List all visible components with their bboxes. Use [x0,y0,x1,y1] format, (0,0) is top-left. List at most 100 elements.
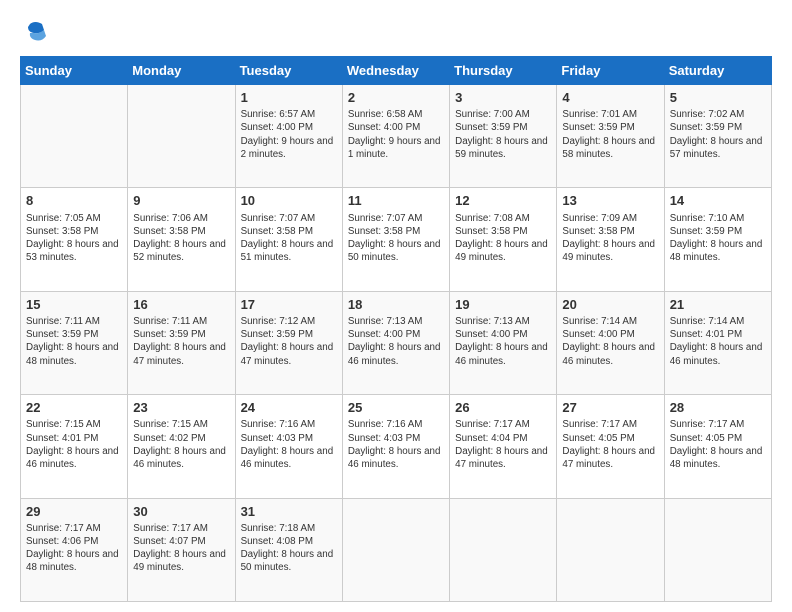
table-row: 4Sunrise: 7:01 AMSunset: 3:59 PMDaylight… [557,85,664,188]
weekday-sunday: Sunday [21,57,128,85]
day-info: Sunrise: 6:58 AMSunset: 4:00 PMDaylight:… [348,108,444,161]
table-row: 17Sunrise: 7:12 AMSunset: 3:59 PMDayligh… [235,291,342,394]
table-row: 16Sunrise: 7:11 AMSunset: 3:59 PMDayligh… [128,291,235,394]
day-number: 14 [670,192,766,210]
table-row: 5Sunrise: 7:02 AMSunset: 3:59 PMDaylight… [664,85,771,188]
day-info: Sunrise: 7:11 AMSunset: 3:59 PMDaylight:… [26,315,122,368]
day-number: 17 [241,296,337,314]
weekday-wednesday: Wednesday [342,57,449,85]
day-number: 2 [348,89,444,107]
day-info: Sunrise: 7:15 AMSunset: 4:01 PMDaylight:… [26,418,122,471]
day-info: Sunrise: 7:18 AMSunset: 4:08 PMDaylight:… [241,522,337,575]
table-row: 3Sunrise: 7:00 AMSunset: 3:59 PMDaylight… [450,85,557,188]
logo [20,16,54,46]
table-row: 19Sunrise: 7:13 AMSunset: 4:00 PMDayligh… [450,291,557,394]
day-info: Sunrise: 7:07 AMSunset: 3:58 PMDaylight:… [348,212,444,265]
day-info: Sunrise: 7:17 AMSunset: 4:05 PMDaylight:… [562,418,658,471]
table-row: 28Sunrise: 7:17 AMSunset: 4:05 PMDayligh… [664,395,771,498]
day-number: 23 [133,399,229,417]
table-row [128,85,235,188]
table-row: 15Sunrise: 7:11 AMSunset: 3:59 PMDayligh… [21,291,128,394]
table-row: 31Sunrise: 7:18 AMSunset: 4:08 PMDayligh… [235,498,342,601]
day-info: Sunrise: 7:09 AMSunset: 3:58 PMDaylight:… [562,212,658,265]
day-number: 31 [241,503,337,521]
day-number: 25 [348,399,444,417]
day-info: Sunrise: 7:10 AMSunset: 3:59 PMDaylight:… [670,212,766,265]
day-number: 18 [348,296,444,314]
day-number: 13 [562,192,658,210]
table-row [450,498,557,601]
day-number: 29 [26,503,122,521]
day-info: Sunrise: 7:17 AMSunset: 4:05 PMDaylight:… [670,418,766,471]
day-number: 22 [26,399,122,417]
table-row: 22Sunrise: 7:15 AMSunset: 4:01 PMDayligh… [21,395,128,498]
logo-icon [20,16,50,46]
table-row: 20Sunrise: 7:14 AMSunset: 4:00 PMDayligh… [557,291,664,394]
day-number: 19 [455,296,551,314]
weekday-monday: Monday [128,57,235,85]
day-number: 10 [241,192,337,210]
day-number: 20 [562,296,658,314]
day-info: Sunrise: 7:14 AMSunset: 4:00 PMDaylight:… [562,315,658,368]
day-info: Sunrise: 7:05 AMSunset: 3:58 PMDaylight:… [26,212,122,265]
table-row: 10 Sunrise: 7:07 AMSunset: 3:58 PMDayligh… [235,188,342,291]
weekday-saturday: Saturday [664,57,771,85]
day-number: 27 [562,399,658,417]
day-info: Sunrise: 7:12 AMSunset: 3:59 PMDaylight:… [241,315,337,368]
day-info: Sunrise: 6:57 AMSunset: 4:00 PMDaylight:… [241,108,337,161]
day-number: 28 [670,399,766,417]
table-row: 13 Sunrise: 7:09 AMSunset: 3:58 PMDayligh… [557,188,664,291]
day-info: Sunrise: 7:17 AMSunset: 4:04 PMDaylight:… [455,418,551,471]
day-info: Sunrise: 7:14 AMSunset: 4:01 PMDaylight:… [670,315,766,368]
table-row: 11 Sunrise: 7:07 AMSunset: 3:58 PMDayligh… [342,188,449,291]
day-number: 26 [455,399,551,417]
table-row: 18Sunrise: 7:13 AMSunset: 4:00 PMDayligh… [342,291,449,394]
table-row: 12 Sunrise: 7:08 AMSunset: 3:58 PMDayligh… [450,188,557,291]
day-number: 5 [670,89,766,107]
day-number: 11 [348,192,444,210]
week-row-3: 22Sunrise: 7:15 AMSunset: 4:01 PMDayligh… [21,395,772,498]
day-info: Sunrise: 7:11 AMSunset: 3:59 PMDaylight:… [133,315,229,368]
day-number: 1 [241,89,337,107]
week-row-2: 15Sunrise: 7:11 AMSunset: 3:59 PMDayligh… [21,291,772,394]
day-number: 24 [241,399,337,417]
weekday-tuesday: Tuesday [235,57,342,85]
day-info: Sunrise: 7:17 AMSunset: 4:06 PMDaylight:… [26,522,122,575]
table-row: 24Sunrise: 7:16 AMSunset: 4:03 PMDayligh… [235,395,342,498]
day-info: Sunrise: 7:13 AMSunset: 4:00 PMDaylight:… [348,315,444,368]
table-row: 23Sunrise: 7:15 AMSunset: 4:02 PMDayligh… [128,395,235,498]
table-row: 14 Sunrise: 7:10 AMSunset: 3:59 PMDayligh… [664,188,771,291]
table-row: 27Sunrise: 7:17 AMSunset: 4:05 PMDayligh… [557,395,664,498]
table-row: 9Sunrise: 7:06 AMSunset: 3:58 PMDaylight… [128,188,235,291]
day-info: Sunrise: 7:00 AMSunset: 3:59 PMDaylight:… [455,108,551,161]
table-row [557,498,664,601]
day-info: Sunrise: 7:07 AMSunset: 3:58 PMDaylight:… [241,212,337,265]
day-number: 4 [562,89,658,107]
weekday-thursday: Thursday [450,57,557,85]
header [20,16,772,46]
table-row [664,498,771,601]
day-number: 9 [133,192,229,210]
day-number: 3 [455,89,551,107]
week-row-4: 29Sunrise: 7:17 AMSunset: 4:06 PMDayligh… [21,498,772,601]
day-info: Sunrise: 7:17 AMSunset: 4:07 PMDaylight:… [133,522,229,575]
week-row-0: 1Sunrise: 6:57 AMSunset: 4:00 PMDaylight… [21,85,772,188]
day-number: 16 [133,296,229,314]
day-info: Sunrise: 7:13 AMSunset: 4:00 PMDaylight:… [455,315,551,368]
table-row: 29Sunrise: 7:17 AMSunset: 4:06 PMDayligh… [21,498,128,601]
table-row: 26Sunrise: 7:17 AMSunset: 4:04 PMDayligh… [450,395,557,498]
table-row [21,85,128,188]
day-info: Sunrise: 7:08 AMSunset: 3:58 PMDaylight:… [455,212,551,265]
day-info: Sunrise: 7:02 AMSunset: 3:59 PMDaylight:… [670,108,766,161]
table-row: 1Sunrise: 6:57 AMSunset: 4:00 PMDaylight… [235,85,342,188]
table-row: 30Sunrise: 7:17 AMSunset: 4:07 PMDayligh… [128,498,235,601]
day-number: 21 [670,296,766,314]
table-row [342,498,449,601]
table-row: 21Sunrise: 7:14 AMSunset: 4:01 PMDayligh… [664,291,771,394]
day-info: Sunrise: 7:01 AMSunset: 3:59 PMDaylight:… [562,108,658,161]
day-number: 12 [455,192,551,210]
table-row: 8 Sunrise: 7:05 AMSunset: 3:58 PMDaylight… [21,188,128,291]
weekday-friday: Friday [557,57,664,85]
day-number: 8 [26,192,122,210]
day-info: Sunrise: 7:15 AMSunset: 4:02 PMDaylight:… [133,418,229,471]
